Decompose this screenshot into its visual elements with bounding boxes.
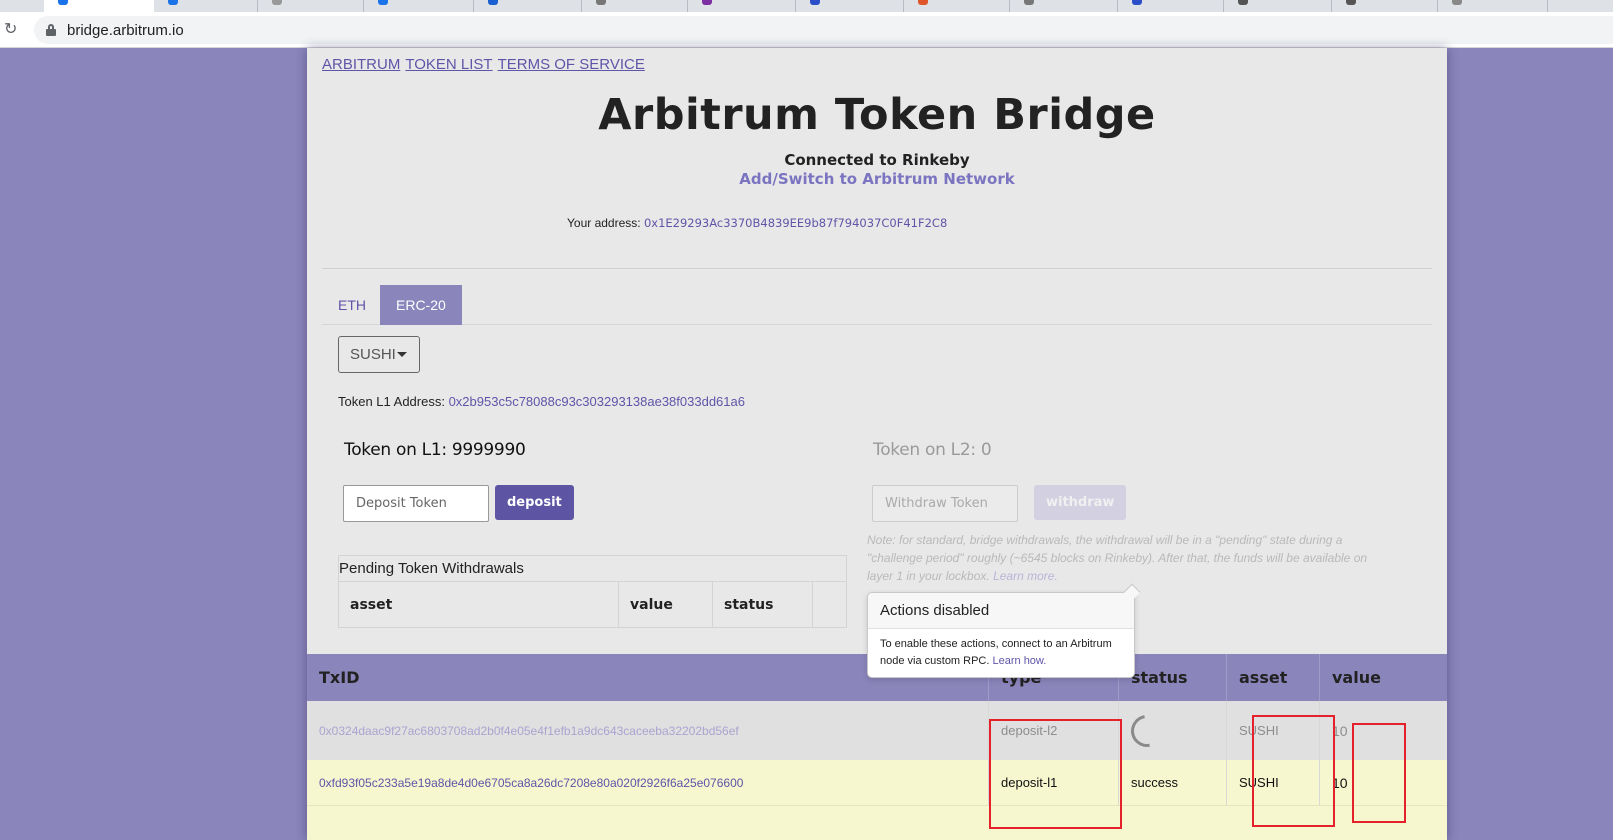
token-select-value: SUSHI bbox=[350, 346, 396, 363]
tab-favicon-icon bbox=[810, 0, 820, 5]
browser-tab[interactable] bbox=[1224, 0, 1332, 12]
pending-withdrawals-title: Pending Token Withdrawals bbox=[339, 560, 524, 577]
nav-link-terms[interactable]: TERMS OF SERVICE bbox=[498, 56, 645, 73]
loading-spinner-icon bbox=[1124, 708, 1170, 753]
tab-favicon-icon bbox=[1238, 0, 1248, 5]
browser-tab[interactable] bbox=[258, 0, 364, 12]
browser-tab[interactable] bbox=[582, 0, 688, 12]
tab-favicon-icon bbox=[1132, 0, 1142, 5]
divider bbox=[322, 268, 1432, 269]
tx-status bbox=[1119, 701, 1227, 760]
tab-favicon-icon bbox=[58, 0, 68, 5]
caret-down-icon bbox=[397, 352, 407, 357]
tab-favicon-icon bbox=[1346, 0, 1356, 5]
withdrawal-note-text: Note: for standard, bridge withdrawals, … bbox=[867, 533, 1368, 583]
column-header-value: value bbox=[619, 582, 713, 628]
withdraw-button[interactable]: withdraw bbox=[1034, 485, 1127, 520]
tx-status: success bbox=[1119, 760, 1227, 805]
nav-link-arbitrum[interactable]: ARBITRUM bbox=[322, 56, 400, 73]
reload-icon[interactable]: ↻ bbox=[4, 21, 20, 37]
txid-link[interactable]: 0xfd93f05c233a5e19a8de4d0e6705ca8a26dc72… bbox=[307, 760, 989, 805]
tab-favicon-icon bbox=[1024, 0, 1034, 5]
l1-balance: Token on L1: 9999990 bbox=[344, 440, 526, 460]
token-l1-address-value[interactable]: 0x2b953c5c78088c93c303293138ae38f033dd61… bbox=[449, 394, 745, 409]
tab-favicon-icon bbox=[702, 0, 712, 5]
column-header-value: value bbox=[1332, 668, 1381, 687]
learn-more-link[interactable]: Learn more. bbox=[993, 569, 1058, 583]
asset-tabs: ETH ERC-20 bbox=[322, 285, 1432, 325]
deposit-button[interactable]: deposit bbox=[495, 485, 574, 520]
tab-favicon-icon bbox=[918, 0, 928, 5]
browser-tab[interactable] bbox=[796, 0, 904, 12]
learn-how-link[interactable]: Learn how. bbox=[993, 655, 1047, 667]
column-header-status: status bbox=[713, 582, 813, 628]
token-l1-address-label: Token L1 Address: bbox=[338, 394, 449, 409]
withdraw-token-input[interactable]: Withdraw Token bbox=[872, 485, 1018, 522]
address-bar[interactable]: bridge.arbitrum.io bbox=[34, 16, 1613, 44]
browser-tab[interactable] bbox=[904, 0, 1010, 12]
tab-favicon-icon bbox=[596, 0, 606, 5]
column-header-asset: asset bbox=[1227, 654, 1320, 701]
browser-tab[interactable] bbox=[1118, 0, 1224, 12]
l2-balance: Token on L2: 0 bbox=[873, 440, 992, 460]
network-status: Connected to Rinkeby bbox=[784, 151, 970, 169]
browser-toolbar: ↻ bridge.arbitrum.io bbox=[0, 12, 1613, 48]
token-l1-address: Token L1 Address: 0x2b953c5c78088c93c303… bbox=[338, 394, 745, 409]
annotation-box-value bbox=[1352, 723, 1406, 823]
tab-favicon-icon bbox=[168, 0, 178, 5]
page-title: Arbitrum Token Bridge bbox=[598, 90, 1156, 140]
popover-title: Actions disabled bbox=[868, 593, 1134, 629]
annotation-box-type bbox=[989, 719, 1122, 829]
wallet-address-label: Your address: bbox=[567, 216, 644, 230]
tab-favicon-icon bbox=[1452, 0, 1462, 5]
browser-tab[interactable] bbox=[474, 0, 582, 12]
pending-withdrawals-table: Pending Token Withdrawals asset value st… bbox=[338, 555, 847, 628]
switch-network-link[interactable]: Add/Switch to Arbitrum Network bbox=[307, 170, 1447, 188]
token-select[interactable]: SUSHI bbox=[338, 336, 420, 373]
nav-link-token-list[interactable]: TOKEN LIST bbox=[405, 56, 492, 73]
tab-favicon-icon bbox=[272, 0, 282, 5]
pending-withdrawals-header: asset value status bbox=[339, 581, 846, 628]
annotation-box-asset bbox=[1252, 715, 1335, 827]
tab-favicon-icon bbox=[378, 0, 388, 5]
browser-tab[interactable] bbox=[154, 0, 258, 12]
tab-eth[interactable]: ETH bbox=[322, 285, 382, 325]
browser-tab[interactable] bbox=[1438, 0, 1548, 12]
popover-body: To enable these actions, connect to an A… bbox=[868, 629, 1134, 677]
browser-tab-strip bbox=[0, 0, 1613, 12]
wallet-address-value[interactable]: 0x1E29293Ac3370B4839EE9b87f794037C0F41F2… bbox=[644, 216, 947, 230]
browser-tab[interactable] bbox=[1332, 0, 1438, 12]
wallet-address: Your address: 0x1E29293Ac3370B4839EE9b87… bbox=[567, 216, 947, 230]
column-header-status: status bbox=[1119, 654, 1227, 701]
tab-favicon-icon bbox=[488, 0, 498, 5]
url-text[interactable]: bridge.arbitrum.io bbox=[67, 22, 184, 39]
browser-tab[interactable] bbox=[1010, 0, 1118, 12]
tab-erc20[interactable]: ERC-20 bbox=[380, 285, 462, 325]
browser-tab[interactable] bbox=[364, 0, 474, 12]
browser-tab-active[interactable] bbox=[44, 0, 154, 12]
lock-icon[interactable] bbox=[46, 24, 56, 36]
txid-link[interactable]: 0x0324daac9f27ac6803708ad2b0f4e05e4f1efb… bbox=[307, 701, 989, 760]
top-nav: ARBITRUM TOKEN LIST TERMS OF SERVICE bbox=[322, 56, 650, 73]
withdrawal-note: Note: for standard, bridge withdrawals, … bbox=[867, 531, 1377, 585]
deposit-token-input[interactable]: Deposit Token bbox=[343, 485, 489, 522]
column-header-asset: asset bbox=[339, 582, 619, 628]
actions-disabled-popover: Actions disabled To enable these actions… bbox=[867, 583, 1141, 678]
browser-tab[interactable] bbox=[688, 0, 796, 12]
